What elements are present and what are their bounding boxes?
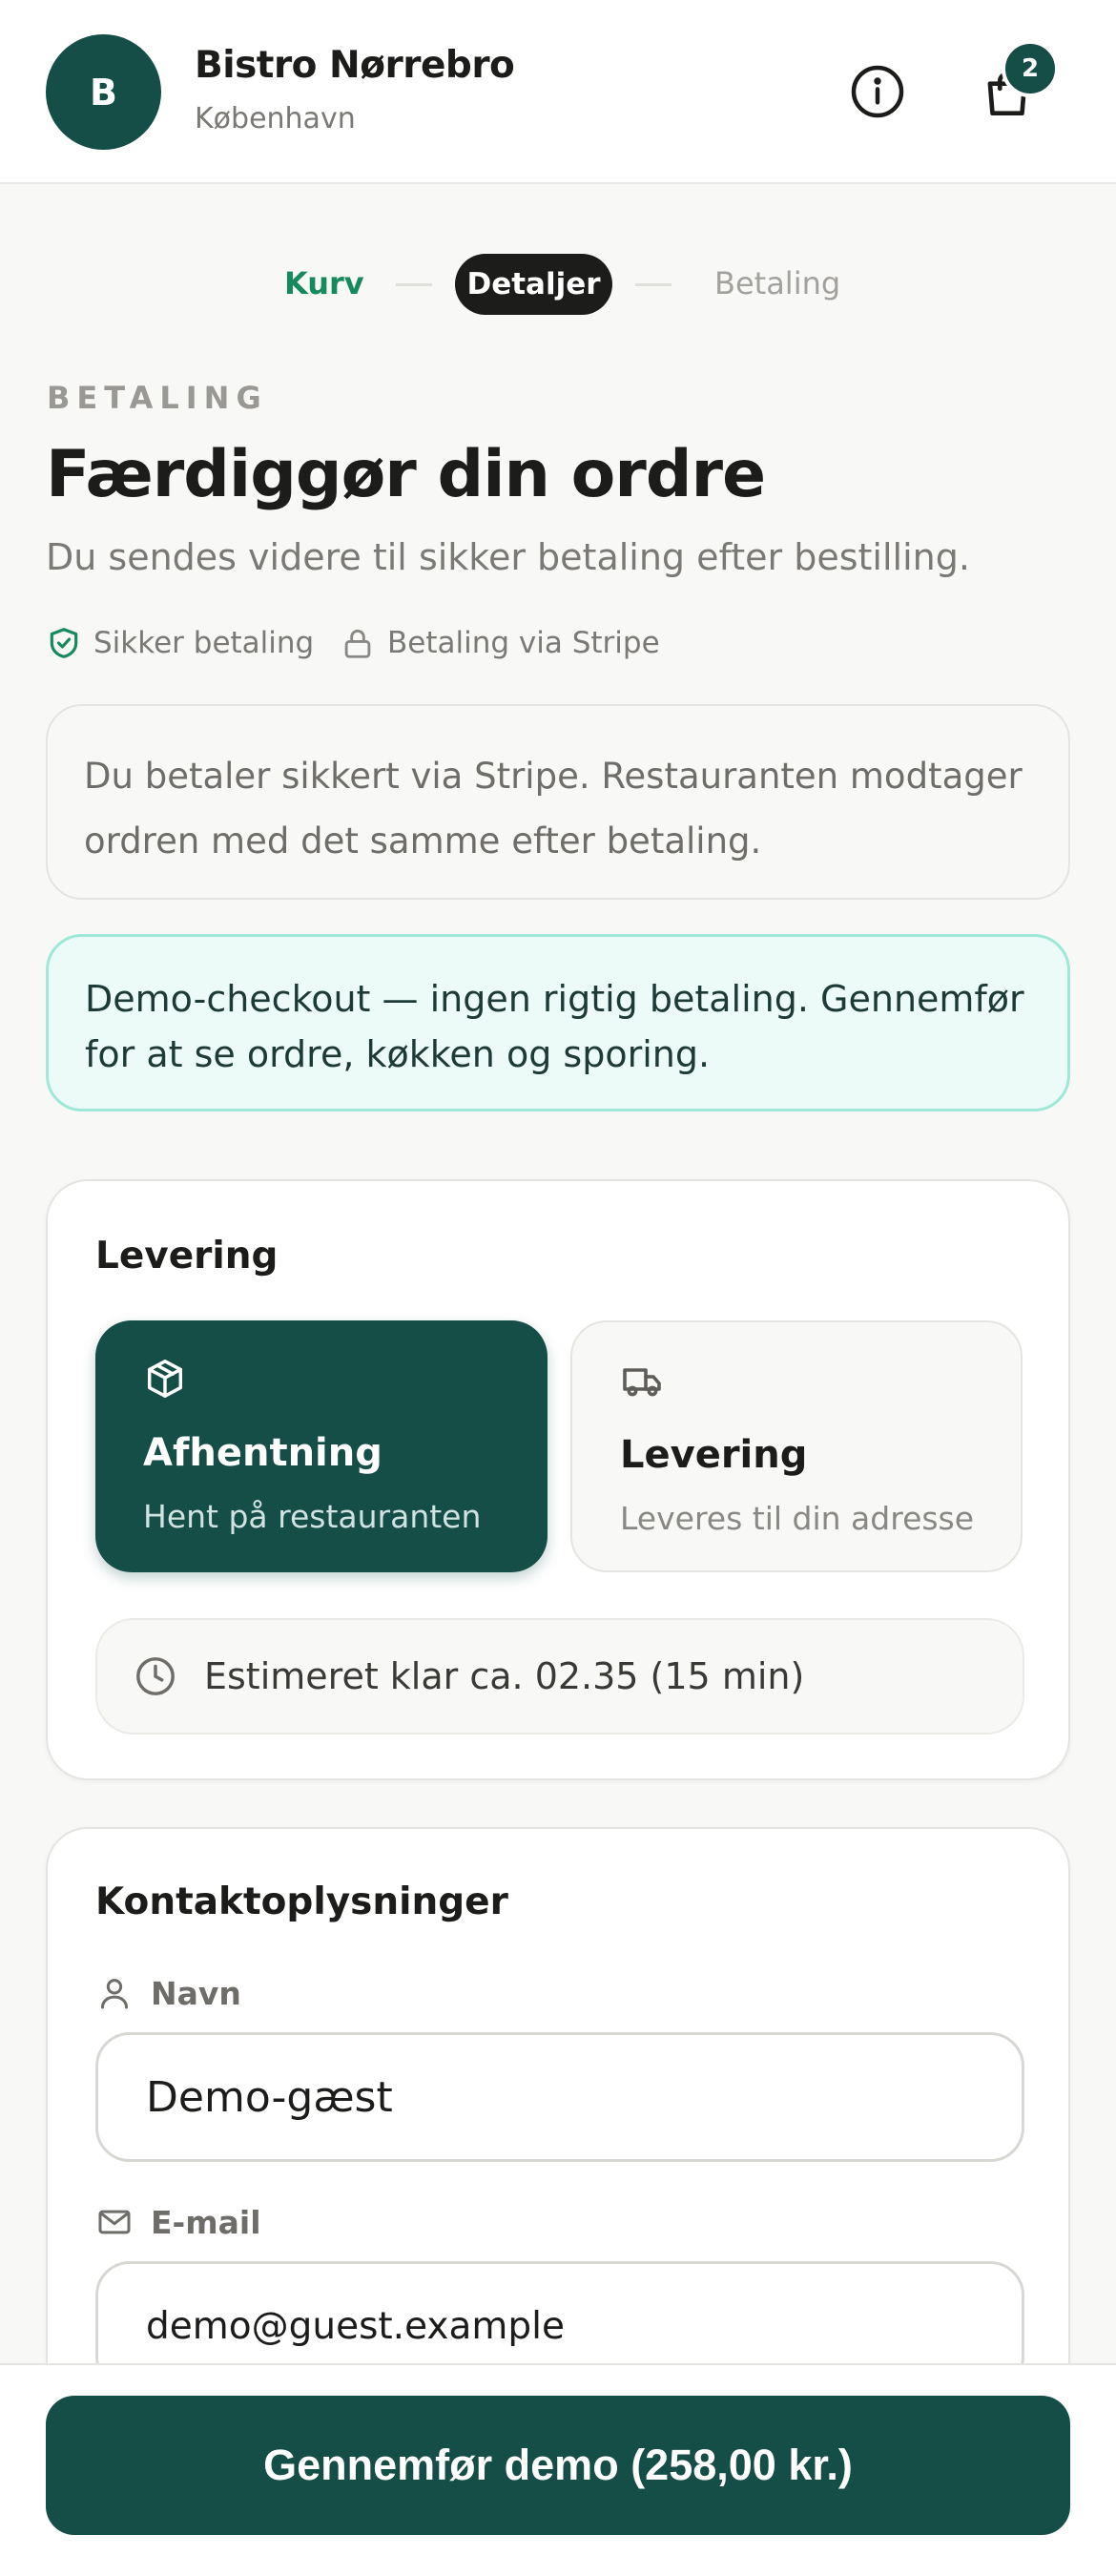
section-eyebrow: BETALING [47, 380, 268, 416]
pickup-desc: Hent på restauranten [143, 1498, 482, 1535]
delivery-title: Levering [95, 1235, 279, 1278]
demo-notice-box: Demo-checkout — ingen rigtig betaling. G… [46, 934, 1070, 1111]
step-separator [396, 283, 432, 286]
checkout-footer: Gennemfør demo (258,00 kr.) [0, 2363, 1116, 2576]
step-betaling: Betaling [714, 265, 841, 301]
page-subtitle: Du sendes videre til sikker betaling eft… [46, 536, 970, 578]
restaurant-avatar: B [46, 34, 161, 150]
app-header: B Bistro Nørrebro København 2 [0, 0, 1116, 184]
pickup-option[interactable]: Afhentning Hent på restauranten [95, 1320, 548, 1572]
user-icon [101, 1979, 128, 2009]
clock-icon [136, 1657, 175, 1695]
delivery-option-desc: Leveres til din adresse [620, 1500, 975, 1537]
step-separator [635, 283, 672, 286]
package-icon [147, 1360, 183, 1398]
email-label-text: E-mail [151, 2203, 261, 2241]
submit-order-button[interactable]: Gennemfør demo (258,00 kr.) [46, 2396, 1070, 2535]
lock-icon [344, 629, 371, 658]
truck-icon [623, 1368, 661, 1397]
email-label: E-mail [95, 2203, 261, 2241]
shield-check-icon [50, 628, 78, 658]
checkout-steps: Kurv Detaljer Betaling [0, 254, 1116, 315]
name-label: Navn [95, 1974, 241, 2012]
delivery-option[interactable]: Levering Leveres til din adresse [570, 1320, 1023, 1572]
contact-title: Kontaktoplysninger [95, 1880, 508, 1923]
trust-secure: Sikker betaling [46, 625, 314, 661]
info-button[interactable] [839, 53, 916, 130]
delivery-option-title: Levering [620, 1433, 808, 1477]
info-icon [851, 65, 904, 118]
stripe-info-box: Du betaler sikkert via Stripe. Restauran… [46, 704, 1070, 900]
step-detaljer: Detaljer [455, 254, 612, 315]
restaurant-name: Bistro Nørrebro [195, 44, 515, 87]
restaurant-city: København [195, 102, 356, 135]
trust-secure-label: Sikker betaling [93, 626, 315, 660]
delivery-card: Levering Afhentning Hent på restauranten… [46, 1179, 1070, 1780]
mail-icon [98, 2210, 131, 2234]
trust-stripe-label: Betaling via Stripe [387, 626, 660, 660]
eta-text: Estimeret klar ca. 02.35 (15 min) [204, 1655, 805, 1697]
eta-box: Estimeret klar ca. 02.35 (15 min) [95, 1618, 1024, 1735]
page-title: Færdiggør din ordre [46, 437, 766, 512]
step-kurv[interactable]: Kurv [284, 265, 364, 301]
cart-count-badge: 2 [1002, 40, 1059, 97]
name-input[interactable] [95, 2032, 1024, 2162]
name-label-text: Navn [151, 1974, 241, 2012]
trust-stripe: Betaling via Stripe [340, 625, 660, 661]
pickup-title: Afhentning [143, 1431, 382, 1475]
